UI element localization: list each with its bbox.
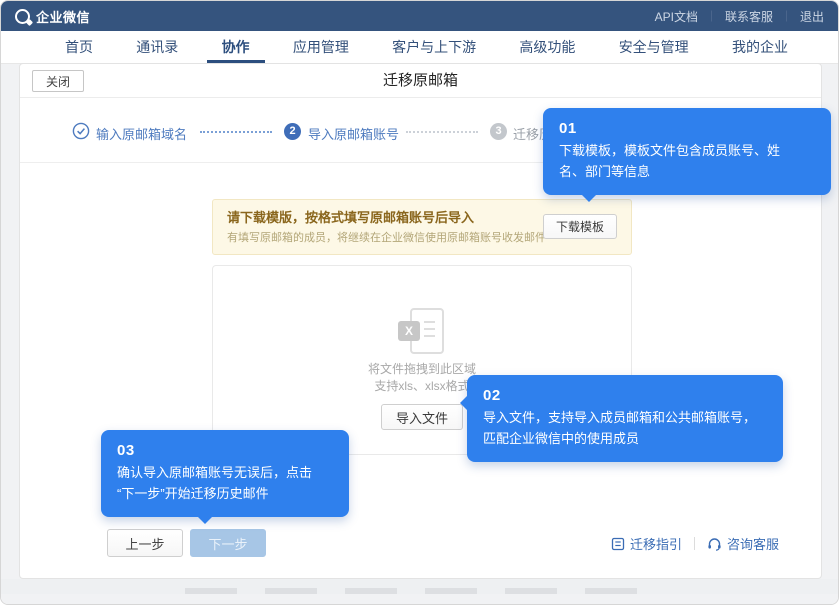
import-file-button[interactable]: 导入文件 bbox=[381, 404, 463, 430]
dropzone-hint-line1: 将文件拖拽到此区域 bbox=[368, 361, 476, 378]
top-bar: 企业微信 API文档 ｜ 联系客服 ｜ 退出 bbox=[1, 1, 838, 31]
contact-service-link[interactable]: 咨询客服 bbox=[707, 534, 779, 553]
tooltip-text: 下载模板，模板文件包含成员账号、姓 bbox=[559, 140, 815, 161]
contact-support-link[interactable]: 联系客服 bbox=[725, 8, 773, 25]
migration-guide-link[interactable]: 迁移指引 bbox=[611, 534, 682, 553]
guide-tooltip-3: 03 确认导入原邮箱账号无误后，点击 “下一步”开始迁移历史邮件 bbox=[101, 430, 349, 517]
nav-item-customers[interactable]: 客户与上下游 bbox=[390, 31, 478, 63]
nav-item-collaboration[interactable]: 协作 bbox=[220, 31, 252, 63]
migration-guide-label: 迁移指引 bbox=[630, 534, 682, 553]
app-window: 企业微信 API文档 ｜ 联系客服 ｜ 退出 首页 通讯录 协作 应用管理 客户… bbox=[0, 0, 839, 605]
guide-tooltip-1: 01 下载模板，模板文件包含成员账号、姓 名、部门等信息 bbox=[543, 108, 831, 195]
tooltip-number: 02 bbox=[483, 385, 767, 407]
nav-item-my-company[interactable]: 我的企业 bbox=[730, 31, 790, 63]
step-connector bbox=[406, 131, 478, 133]
contact-service-label: 咨询客服 bbox=[727, 534, 779, 553]
main-nav: 首页 通讯录 协作 应用管理 客户与上下游 高级功能 安全与管理 我的企业 bbox=[1, 31, 838, 64]
step1-label: 输入原邮箱域名 bbox=[96, 124, 187, 143]
step1-check-icon bbox=[72, 122, 90, 140]
logout-link[interactable]: 退出 bbox=[800, 8, 824, 25]
tooltip-text: 确认导入原邮箱账号无误后，点击 bbox=[117, 462, 333, 483]
help-links: 迁移指引 咨询客服 bbox=[611, 534, 779, 553]
nav-item-apps[interactable]: 应用管理 bbox=[291, 31, 351, 63]
guide-tooltip-2: 02 导入文件，支持导入成员邮箱和公共邮箱账号， 匹配企业微信中的使用成员 bbox=[467, 375, 783, 462]
tooltip-text: “下一步”开始迁移历史邮件 bbox=[117, 483, 333, 504]
nav-item-contacts[interactable]: 通讯录 bbox=[134, 31, 180, 63]
panel-header: 关闭 迁移原邮箱 bbox=[20, 64, 821, 98]
step2-number: 2 bbox=[284, 123, 301, 140]
panel-title: 迁移原邮箱 bbox=[20, 64, 821, 98]
document-icon bbox=[611, 537, 625, 551]
api-docs-link[interactable]: API文档 bbox=[655, 8, 698, 25]
nav-item-home[interactable]: 首页 bbox=[63, 31, 95, 63]
divider bbox=[694, 537, 695, 550]
close-button[interactable]: 关闭 bbox=[32, 70, 84, 92]
headset-icon bbox=[707, 537, 722, 551]
next-step-button[interactable]: 下一步 bbox=[190, 529, 266, 557]
dropzone-hint-line2: 支持xls、xlsx格式 bbox=[374, 378, 469, 395]
divider: ｜ bbox=[781, 8, 792, 24]
clipped-footer-links bbox=[185, 588, 655, 594]
wecom-logo-icon bbox=[15, 9, 30, 24]
divider: ｜ bbox=[706, 8, 717, 24]
nav-item-security[interactable]: 安全与管理 bbox=[617, 31, 691, 63]
tooltip-number: 01 bbox=[559, 118, 815, 140]
tooltip-text: 匹配企业微信中的使用成员 bbox=[483, 428, 767, 449]
prev-step-button[interactable]: 上一步 bbox=[107, 529, 183, 557]
nav-item-advanced[interactable]: 高级功能 bbox=[517, 31, 577, 63]
brand: 企业微信 bbox=[15, 7, 90, 26]
excel-x-badge: X bbox=[398, 321, 420, 341]
tooltip-number: 03 bbox=[117, 440, 333, 462]
step3-number: 3 bbox=[490, 123, 507, 140]
excel-file-icon: X bbox=[398, 308, 446, 354]
download-template-notice: 请下载模版，按格式填写原邮箱账号后导入 有填写原邮箱的成员，将继续在企业微信使用… bbox=[212, 199, 632, 255]
step-connector bbox=[200, 131, 272, 133]
tooltip-text: 名、部门等信息 bbox=[559, 161, 815, 182]
topbar-links: API文档 ｜ 联系客服 ｜ 退出 bbox=[655, 8, 824, 25]
step2-label: 导入原邮箱账号 bbox=[308, 124, 399, 143]
tooltip-text: 导入文件，支持导入成员邮箱和公共邮箱账号， bbox=[483, 407, 767, 428]
brand-name: 企业微信 bbox=[36, 7, 90, 26]
download-template-button[interactable]: 下载模板 bbox=[543, 214, 617, 239]
